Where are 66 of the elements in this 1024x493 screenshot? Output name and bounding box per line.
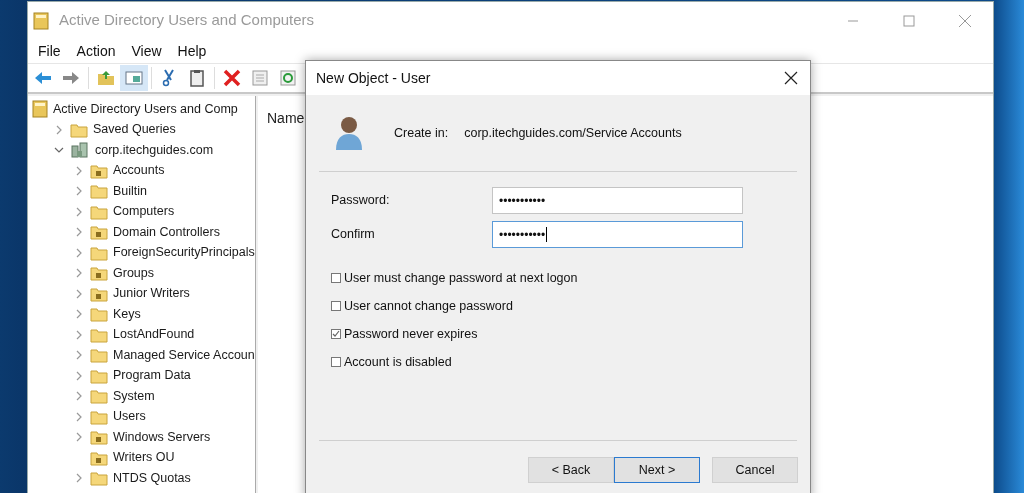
tree-item[interactable]: Writers OU xyxy=(113,448,175,468)
menu-item[interactable]: View xyxy=(131,40,162,62)
checkbox-label[interactable]: Account is disabled xyxy=(344,352,452,372)
tree-item[interactable]: Users xyxy=(113,407,146,427)
user-icon xyxy=(334,115,364,151)
folder-icon xyxy=(90,326,108,343)
tree-item[interactable]: Program Data xyxy=(113,366,191,386)
checkbox-label[interactable]: User must change password at next logon xyxy=(344,268,578,288)
checkbox[interactable] xyxy=(331,357,341,367)
book-icon xyxy=(33,11,49,30)
create-in-path: corp.itechguides.com/Service Accounts xyxy=(464,124,682,142)
dialog-button[interactable]: < Back xyxy=(528,457,614,483)
folder-icon xyxy=(90,408,108,425)
tree-item[interactable]: Managed Service Accoun xyxy=(113,345,255,365)
ou-folder-icon xyxy=(90,449,108,466)
folder-icon xyxy=(90,183,108,200)
ou-folder-icon xyxy=(90,285,108,302)
book-icon xyxy=(32,100,48,119)
folder-icon xyxy=(90,470,108,487)
console-tree-icon[interactable] xyxy=(120,65,148,91)
checkbox[interactable] xyxy=(331,329,341,339)
folder-icon xyxy=(90,367,108,384)
tree-item[interactable]: Keys xyxy=(113,304,141,324)
field-label: Confirm xyxy=(331,226,376,244)
tree-item[interactable]: LostAndFound xyxy=(113,325,195,345)
ou-folder-icon xyxy=(90,265,108,282)
close-icon[interactable] xyxy=(784,71,798,85)
checkbox-label[interactable]: Password never expires xyxy=(344,324,478,344)
domain-icon xyxy=(70,141,90,160)
password-field[interactable]: ••••••••••• xyxy=(492,187,743,214)
tree-item[interactable]: Domain Controllers xyxy=(113,222,220,242)
column-header[interactable]: Name xyxy=(267,110,305,126)
dialog-title: New Object - User xyxy=(316,68,431,88)
dialog-button[interactable]: Next > xyxy=(614,457,700,483)
menu-item[interactable]: Help xyxy=(177,40,207,62)
ou-folder-icon xyxy=(90,162,108,179)
tree-item[interactable]: corp.itechguides.com xyxy=(95,140,214,160)
ou-folder-icon xyxy=(90,429,108,446)
field-label: Password: xyxy=(331,192,391,210)
tree-item[interactable]: Junior Writers xyxy=(113,284,190,304)
tree-item[interactable]: ForeignSecurityPrincipals xyxy=(113,243,255,263)
folder-icon xyxy=(90,244,108,261)
folder-icon xyxy=(70,121,88,138)
tree-item[interactable]: Active Directory Users and Comp xyxy=(53,99,238,119)
folder-icon xyxy=(90,203,108,220)
menu-item[interactable]: File xyxy=(38,40,61,62)
folder-icon xyxy=(90,347,108,364)
window-title: Active Directory Users and Computers xyxy=(59,10,315,31)
tree-item[interactable]: Accounts xyxy=(113,161,165,181)
folder-icon xyxy=(90,388,108,405)
checkbox[interactable] xyxy=(331,301,341,311)
tree-item[interactable]: Groups xyxy=(113,263,154,283)
dialog-button[interactable]: Cancel xyxy=(712,457,798,483)
tree-item[interactable]: Builtin xyxy=(113,181,148,201)
tree-item[interactable]: Windows Servers xyxy=(113,427,211,447)
menu-item[interactable]: Action xyxy=(76,40,116,62)
tree-item[interactable]: NTDS Quotas xyxy=(113,468,191,488)
checkbox-label[interactable]: User cannot change password xyxy=(344,296,513,316)
password-field[interactable]: ••••••••••• xyxy=(492,221,743,248)
tree-item[interactable]: Computers xyxy=(113,202,175,222)
ou-folder-icon xyxy=(90,224,108,241)
tree-item[interactable]: System xyxy=(113,386,155,406)
folder-icon xyxy=(90,306,108,323)
create-in-label: Create in: xyxy=(394,124,449,142)
checkbox[interactable] xyxy=(331,273,341,283)
tree-item[interactable]: Saved Queries xyxy=(93,120,176,140)
